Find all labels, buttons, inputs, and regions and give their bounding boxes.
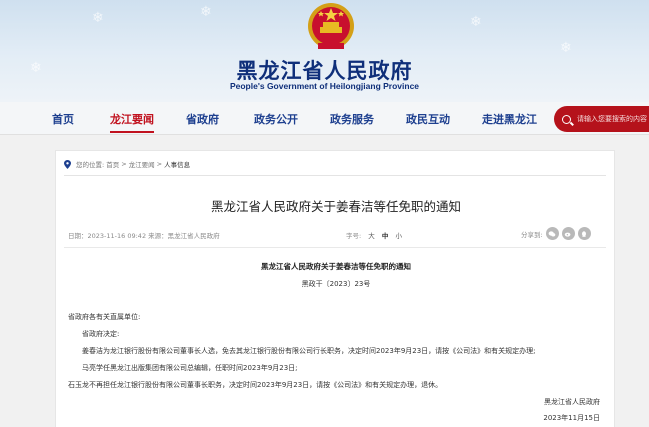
- document-title: 黑龙江省人民政府关于姜春洁等任免职的通知: [261, 262, 411, 271]
- font-size-control: 字号: 大 中 小: [346, 230, 402, 240]
- signing-authority: 黑龙江省人民政府: [544, 398, 600, 406]
- breadcrumb-separator: >: [121, 160, 127, 168]
- site-subtitle: People's Government of Heilongjiang Prov…: [229, 81, 420, 91]
- font-size-large-button[interactable]: 大: [368, 232, 375, 240]
- search-box[interactable]: [554, 106, 649, 132]
- font-size-label: 字号:: [346, 232, 362, 240]
- weibo-icon[interactable]: [561, 227, 575, 240]
- article-title: 黑龙江省人民政府关于姜春洁等任免职的通知: [210, 199, 461, 214]
- wechat-icon[interactable]: [545, 227, 559, 240]
- share-label: 分享到:: [521, 230, 543, 239]
- breadcrumb-separator: >: [156, 160, 163, 168]
- nav-item-home[interactable]: 首页: [52, 111, 74, 127]
- body-paragraph: 马亮学任黑龙江出版集团有限公司总编辑，任职时间2023年9月23日;: [82, 364, 298, 372]
- location-pin-icon: [64, 159, 71, 169]
- document-number: 黑政干〔2023〕23号: [301, 280, 371, 288]
- divider: [64, 175, 606, 176]
- search-input[interactable]: [577, 115, 647, 123]
- recipients-line: 省政府各有关直属单位:: [68, 313, 141, 321]
- divider: [64, 247, 606, 248]
- nav-item-provincial-government[interactable]: 省政府: [186, 111, 219, 127]
- body-paragraph: 姜春洁为龙江银行股份有限公司董事长人选，免去其龙江银行股份有限公司行长职务，决定…: [82, 347, 536, 355]
- body-paragraph: 石玉龙不再担任龙江银行股份有限公司董事长职务，决定时间2023年9月23日，请按…: [68, 381, 443, 389]
- breadcrumb-longjiang-news[interactable]: 龙江要闻: [129, 159, 155, 169]
- nav-item-government-public-interaction[interactable]: 政民互动: [406, 111, 450, 127]
- search-icon[interactable]: [562, 114, 571, 124]
- font-size-medium-button[interactable]: 中: [382, 232, 389, 240]
- nav-item-government-affairs-disclosure[interactable]: 政务公开: [254, 111, 298, 127]
- share-bar: 分享到:: [521, 227, 591, 240]
- nav-item-into-heilongjiang[interactable]: 走进黑龙江: [482, 111, 537, 127]
- decision-intro: 省政府决定:: [82, 330, 120, 338]
- national-emblem-icon: [308, 3, 354, 49]
- qq-icon[interactable]: [577, 227, 591, 240]
- nav-item-longjiang-news[interactable]: 龙江要闻: [110, 111, 154, 133]
- article-card: 您的位置: 首页 > 龙江要闻 > 人事信息 黑龙江省人民政府关于姜春洁等任免职…: [55, 150, 615, 427]
- document-date: 2023年11月15日: [543, 414, 600, 422]
- nav-item-government-services[interactable]: 政务服务: [330, 111, 374, 127]
- article-meta: 日期：2023-11-16 09:42 来源：黑龙江省人民政府: [68, 232, 220, 240]
- breadcrumb-home[interactable]: 首页: [106, 159, 119, 169]
- breadcrumb-personnel-info[interactable]: 人事信息: [164, 159, 190, 169]
- breadcrumb-prefix: 您的位置:: [76, 161, 105, 169]
- font-size-small-button[interactable]: 小: [395, 232, 402, 240]
- breadcrumb: 您的位置: 首页 > 龙江要闻 > 人事信息: [64, 159, 190, 169]
- main-nav: 首页 龙江要闻 省政府 政务公开 政务服务 政民互动 走进黑龙江: [0, 102, 649, 135]
- header-banner: ❄ ❄ ❄ ❄ ❄ 黑龙江省人民政府 People's Government o…: [0, 0, 649, 102]
